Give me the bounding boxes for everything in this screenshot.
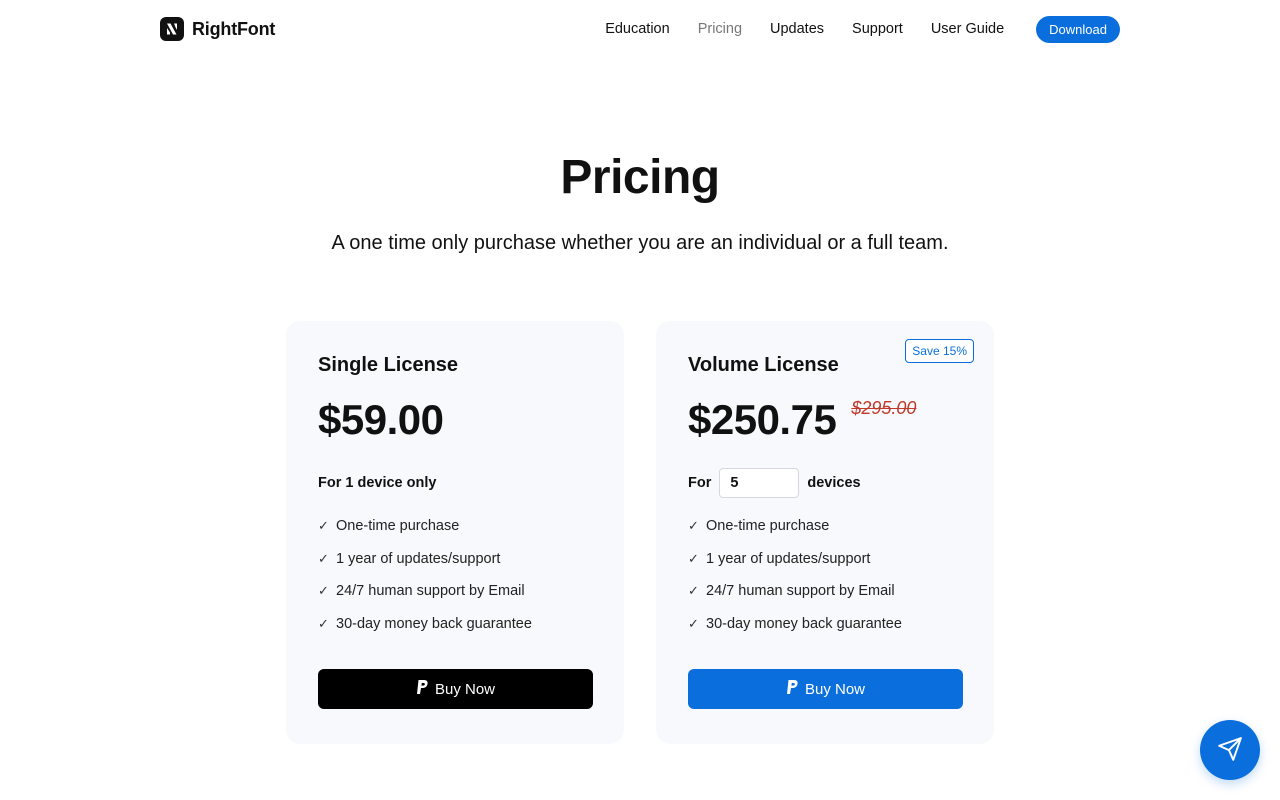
check-icon: ✓ [318,583,329,598]
paypal-icon [786,679,799,699]
feature-label: One-time purchase [336,518,460,534]
price-row: $250.75 $295.00 [688,396,962,444]
devices-info: For 1 device only [318,468,592,498]
check-icon: ✓ [688,518,699,533]
feature-item: ✓ 24/7 human support by Email [318,581,592,601]
feature-label: 30-day money back guarantee [706,615,902,632]
feature-label: One-time purchase [706,518,830,534]
feature-label: 1 year of updates/support [706,550,871,567]
nav-link-pricing[interactable]: Pricing [698,21,742,37]
feature-item: ✓ 30-day money back guarantee [318,614,592,634]
page-subtitle: A one time only purchase whether you are… [331,232,949,254]
single-license-card: Single License $59.00 For 1 device only … [286,321,624,744]
device-count-input[interactable] [719,468,800,498]
feature-list: ✓ One-time purchase ✓ 1 year of updates/su… [318,516,592,634]
buy-now-label: Buy Now [434,680,496,698]
plan-title: Single License [318,354,459,376]
paypal-icon [416,679,429,699]
top-navigation: RightFont Education Pricing Updates Supp… [160,15,1120,43]
devices-suffix: devices [807,475,861,491]
price-row: $59.00 [318,396,592,444]
volume-license-card: Save 15% Volume License $250.75 $295.00 … [656,321,994,744]
check-icon: ✓ [688,550,699,566]
nav-link-user-guide[interactable]: User Guide [931,21,1004,37]
feature-item: ✓ One-time purchase [318,516,592,536]
nav-link-support[interactable]: Support [852,21,903,37]
check-icon: ✓ [688,615,699,631]
devices-selector: For devices [688,468,962,498]
feature-item: ✓ 1 year of updates/support [318,549,592,569]
feature-item: ✓ 1 year of updates/support [688,549,962,569]
rightfont-logo-icon [160,17,184,41]
original-price: $295.00 [851,398,917,418]
devices-text: For 1 device only [318,475,437,491]
feature-label: 24/7 human support by Email [706,583,895,599]
single-buy-now-button[interactable]: Buy Now [318,669,593,709]
send-icon [1217,736,1243,765]
plan-price: $59.00 [318,396,444,443]
feature-list: ✓ One-time purchase ✓ 1 year of updates/su… [688,516,962,634]
plan-price: $250.75 [688,396,837,443]
check-icon: ✓ [318,550,329,566]
devices-prefix: For [688,475,712,491]
volume-buy-now-button[interactable]: Buy Now [688,669,963,709]
feature-label: 1 year of updates/support [336,550,501,567]
check-icon: ✓ [318,615,329,631]
nav-link-education[interactable]: Education [605,21,670,37]
feature-item: ✓ 24/7 human support by Email [688,581,962,601]
contact-fab-button[interactable] [1200,720,1260,780]
check-icon: ✓ [318,518,329,533]
download-button[interactable]: Download [1036,15,1120,43]
main-nav: Education Pricing Updates Support User G… [577,15,1120,43]
feature-label: 24/7 human support by Email [336,583,525,599]
nav-link-updates[interactable]: Updates [770,21,824,37]
feature-item: ✓ One-time purchase [688,516,962,536]
brand[interactable]: RightFont [160,17,275,41]
feature-label: 30-day money back guarantee [336,615,532,632]
feature-item: ✓ 30-day money back guarantee [688,614,962,634]
check-icon: ✓ [688,583,699,598]
page-title: Pricing [560,151,720,204]
brand-name: RightFont [192,18,276,39]
buy-now-label: Buy Now [804,680,866,698]
save-badge: Save 15% [905,339,974,363]
